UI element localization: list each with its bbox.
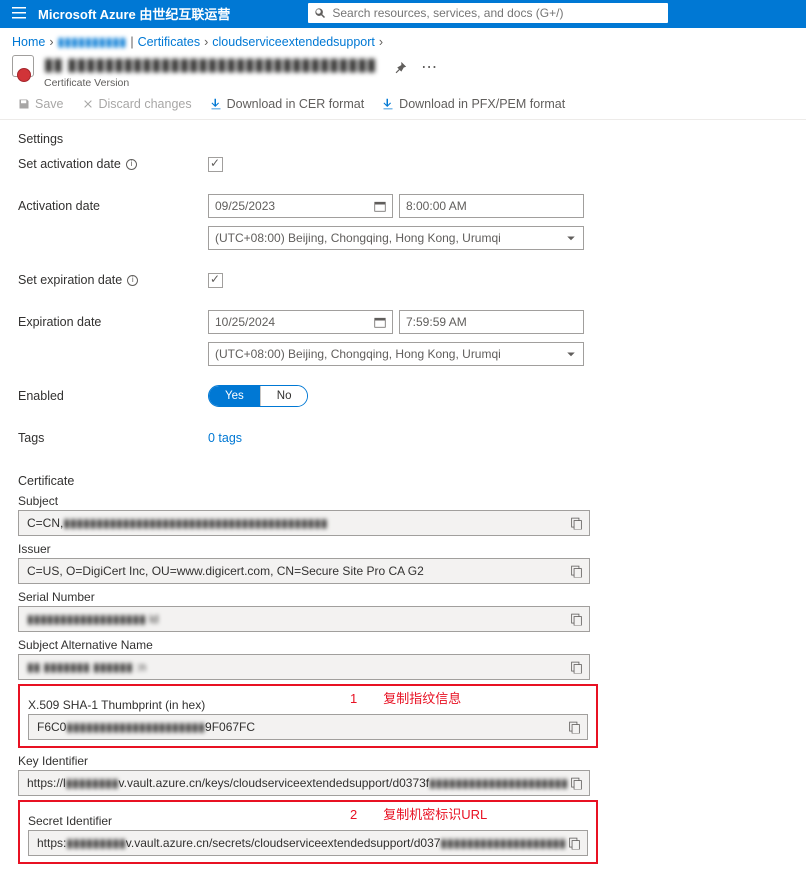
- san-field: ▮▮ ▮▮▮▮▮▮▮ ▮▮▮▮▮▮ :n: [18, 654, 590, 680]
- download-cer-button[interactable]: Download in CER format: [210, 97, 365, 111]
- breadcrumb-home[interactable]: Home: [12, 35, 45, 49]
- download-icon: [382, 98, 394, 110]
- brand-title: Microsoft Azure 由世纪互联运营: [38, 4, 248, 23]
- title-row: ▮▮ ▮▮▮▮▮▮▮▮▮▮▮▮▮▮▮▮▮▮▮▮▮▮▮▮▮▮▮▮▮▮▮▮▮ Cer…: [0, 55, 806, 89]
- save-icon: [18, 98, 30, 110]
- more-icon[interactable]: ⋯: [421, 57, 437, 77]
- enabled-label: Enabled: [18, 389, 208, 403]
- secretid-field: https:▮▮▮▮▮▮▮▮▮v.vault.azure.cn/secrets/…: [28, 830, 588, 856]
- toggle-no[interactable]: No: [260, 386, 308, 406]
- chevron-down-icon: [565, 232, 577, 244]
- content-area: Settings Set activation date i Activatio…: [0, 120, 806, 886]
- download-pfx-button[interactable]: Download in PFX/PEM format: [382, 97, 565, 111]
- chevron-right-icon: ›: [204, 35, 208, 49]
- breadcrumb-certificates[interactable]: Certificates: [138, 35, 201, 49]
- hamburger-menu[interactable]: [0, 7, 38, 19]
- calendar-icon: [374, 316, 386, 328]
- activation-date-label: Activation date: [18, 199, 208, 213]
- subject-label: Subject: [18, 494, 788, 508]
- keyid-label: Key Identifier: [18, 754, 788, 768]
- annotation-box-2: 2 复制机密标识URL Secret Identifier https:▮▮▮▮…: [18, 800, 598, 864]
- copy-icon[interactable]: [570, 613, 583, 626]
- settings-heading: Settings: [18, 132, 788, 146]
- download-pfx-label: Download in PFX/PEM format: [399, 97, 565, 111]
- chevron-down-icon: [565, 348, 577, 360]
- pipe-sep: |: [130, 35, 133, 49]
- serial-field: ▮▮▮▮▮▮▮▮▮▮▮▮▮▮▮▮▮▮ ld: [18, 606, 590, 632]
- close-icon: [82, 98, 94, 110]
- secretid-label: Secret Identifier: [28, 814, 588, 828]
- chevron-right-icon: ›: [49, 35, 53, 49]
- info-icon[interactable]: i: [127, 275, 138, 286]
- expiration-date-label: Expiration date: [18, 315, 208, 329]
- thumbprint-field: F6C0▮▮▮▮▮▮▮▮▮▮▮▮▮▮▮▮▮▮▮▮▮9F067FC: [28, 714, 588, 740]
- breadcrumb-keyvault[interactable]: ▮▮▮▮▮▮▮▮▮▮: [58, 34, 127, 49]
- set-expiration-label: Set expiration date i: [18, 273, 208, 287]
- search-input[interactable]: [332, 6, 668, 20]
- set-expiration-checkbox[interactable]: [208, 273, 223, 288]
- set-activation-checkbox[interactable]: [208, 157, 223, 172]
- copy-icon[interactable]: [570, 661, 583, 674]
- thumbprint-label: X.509 SHA-1 Thumbprint (in hex): [28, 698, 588, 712]
- calendar-icon: [374, 200, 386, 212]
- info-icon[interactable]: i: [126, 159, 137, 170]
- activation-tz-select[interactable]: (UTC+08:00) Beijing, Chongqing, Hong Kon…: [208, 226, 584, 250]
- save-button[interactable]: Save: [18, 97, 64, 111]
- annotation-text-1: 1 复制指纹信息: [350, 688, 461, 707]
- copy-icon[interactable]: [570, 517, 583, 530]
- page-title: ▮▮ ▮▮▮▮▮▮▮▮▮▮▮▮▮▮▮▮▮▮▮▮▮▮▮▮▮▮▮▮▮▮▮▮▮: [44, 55, 376, 75]
- download-icon: [210, 98, 222, 110]
- tz-value: (UTC+08:00) Beijing, Chongqing, Hong Kon…: [215, 231, 501, 245]
- tz-value: (UTC+08:00) Beijing, Chongqing, Hong Kon…: [215, 347, 501, 361]
- global-search[interactable]: [308, 3, 668, 23]
- copy-icon[interactable]: [568, 721, 581, 734]
- expiration-tz-select[interactable]: (UTC+08:00) Beijing, Chongqing, Hong Kon…: [208, 342, 584, 366]
- breadcrumb: Home › ▮▮▮▮▮▮▮▮▮▮ | Certificates › cloud…: [0, 28, 806, 55]
- set-activation-label: Set activation date i: [18, 157, 208, 171]
- expiration-time-input[interactable]: [399, 310, 584, 334]
- breadcrumb-resource[interactable]: cloudserviceextendedsupport: [212, 35, 375, 49]
- activation-date-input[interactable]: [208, 194, 393, 218]
- keyid-field: https://l▮▮▮▮▮▮▮▮v.vault.azure.cn/keys/c…: [18, 770, 590, 796]
- copy-icon[interactable]: [570, 777, 583, 790]
- search-icon: [314, 7, 326, 19]
- issuer-field: C=US, O=DigiCert Inc, OU=www.digicert.co…: [18, 558, 590, 584]
- certificate-icon: [12, 55, 34, 79]
- page-subtitle: Certificate Version: [44, 77, 376, 89]
- discard-button[interactable]: Discard changes: [82, 97, 192, 111]
- copy-icon[interactable]: [568, 837, 581, 850]
- tags-link[interactable]: 0 tags: [208, 431, 242, 445]
- tags-label: Tags: [18, 431, 208, 445]
- pin-icon[interactable]: [394, 61, 407, 74]
- issuer-label: Issuer: [18, 542, 788, 556]
- annotation-text-2: 2 复制机密标识URL: [350, 804, 487, 823]
- subject-field: C=CN, ▮▮▮▮▮▮▮▮▮▮▮▮▮▮▮▮▮▮▮▮▮▮▮▮▮▮▮▮▮▮▮▮▮▮…: [18, 510, 590, 536]
- download-cer-label: Download in CER format: [227, 97, 365, 111]
- command-bar: Save Discard changes Download in CER for…: [0, 89, 806, 120]
- annotation-box-1: 1 复制指纹信息 X.509 SHA-1 Thumbprint (in hex)…: [18, 684, 598, 748]
- serial-label: Serial Number: [18, 590, 788, 604]
- enabled-toggle[interactable]: Yes No: [208, 385, 308, 407]
- discard-label: Discard changes: [99, 97, 192, 111]
- save-label: Save: [35, 97, 64, 111]
- top-bar: Microsoft Azure 由世纪互联运营: [0, 0, 806, 28]
- expiration-date-input[interactable]: [208, 310, 393, 334]
- certificate-heading: Certificate: [18, 474, 788, 488]
- chevron-right-icon: ›: [379, 35, 383, 49]
- san-label: Subject Alternative Name: [18, 638, 788, 652]
- activation-time-input[interactable]: [399, 194, 584, 218]
- copy-icon[interactable]: [570, 565, 583, 578]
- toggle-yes[interactable]: Yes: [209, 386, 260, 406]
